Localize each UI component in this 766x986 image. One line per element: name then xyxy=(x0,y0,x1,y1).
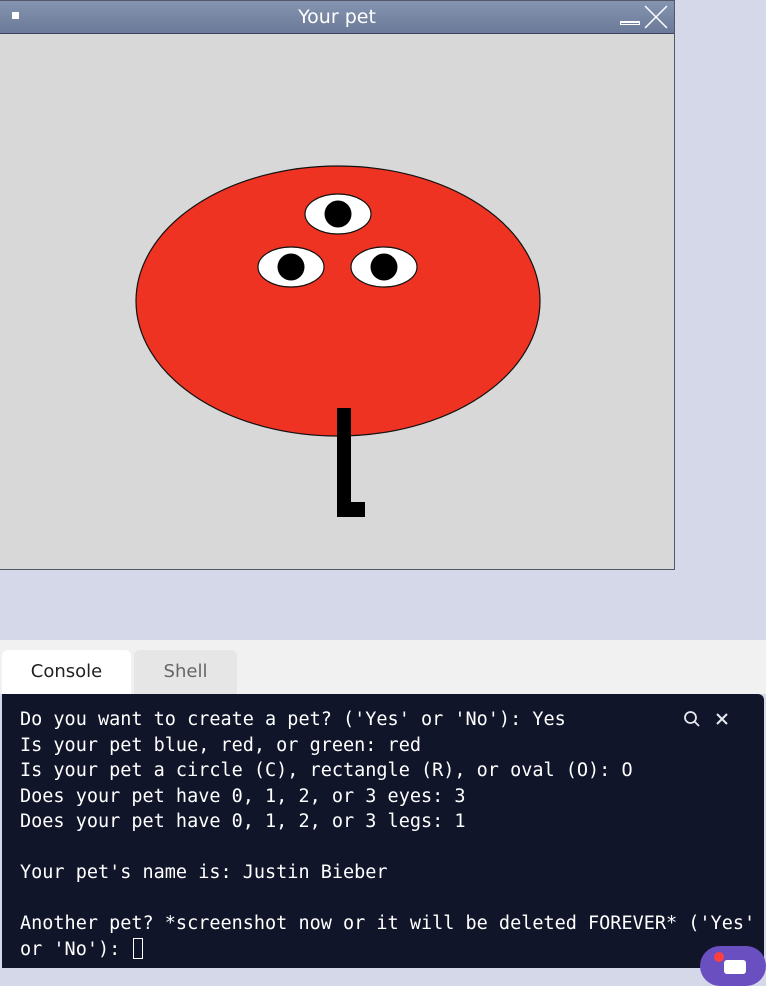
close-window-icon[interactable] xyxy=(642,3,670,31)
text-cursor xyxy=(133,937,144,959)
window-titlebar[interactable]: Your pet xyxy=(0,1,674,34)
console-output[interactable]: Do you want to create a pet? ('Yes' or '… xyxy=(2,694,764,968)
console-line: Do you want to create a pet? ('Yes' or '… xyxy=(20,709,566,730)
pet-eye-right xyxy=(350,246,418,288)
pet-eye-left xyxy=(257,246,325,288)
pet-window: Your pet xyxy=(0,0,675,570)
console-input-line[interactable]: or 'No'): xyxy=(20,937,764,963)
console-toolbar xyxy=(683,710,729,728)
minimize-icon[interactable] xyxy=(620,21,640,25)
window-menu-icon[interactable] xyxy=(12,12,19,19)
pet-canvas xyxy=(135,165,541,517)
search-icon[interactable] xyxy=(683,710,701,728)
bottom-tab-bar: Console Shell xyxy=(0,640,766,694)
console-line: Does your pet have 0, 1, 2, or 3 eyes: 3 xyxy=(20,785,466,807)
console-line: Another pet? *screenshot now or it will … xyxy=(20,913,756,934)
close-icon[interactable] xyxy=(715,712,729,726)
console-line: Your pet's name is: Justin Bieber xyxy=(20,862,388,883)
pet-eye-top xyxy=(304,193,372,235)
chat-fab-button[interactable] xyxy=(700,946,766,986)
chat-icon xyxy=(724,960,746,974)
window-title: Your pet xyxy=(298,6,376,28)
console-line: Does your pet have 0, 1, 2, or 3 legs: 1 xyxy=(20,811,466,832)
tab-console[interactable]: Console xyxy=(2,650,131,694)
tab-shell[interactable]: Shell xyxy=(134,650,237,694)
console-line: Is your pet a circle (C), rectangle (R),… xyxy=(20,760,633,781)
console-prompt: or 'No'): xyxy=(20,938,132,960)
notification-dot-icon xyxy=(714,952,724,962)
console-line: Is your pet blue, red, or green: red xyxy=(20,734,421,756)
